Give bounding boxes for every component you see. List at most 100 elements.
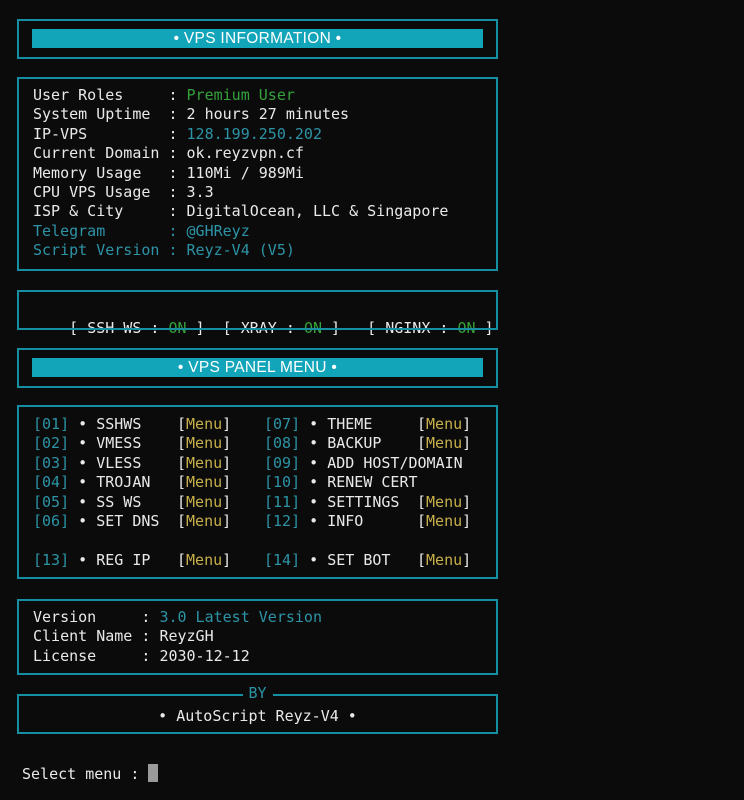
menu-tag-text: Menu — [186, 434, 223, 453]
menu-tag-text: Menu — [426, 415, 463, 433]
menu-item[interactable]: [06] • SET DNS [Menu] — [33, 512, 231, 531]
menu-tag-text: Menu — [186, 415, 223, 433]
vps-panel-menu-header-box: • VPS PANEL MENU • — [17, 348, 498, 388]
info-label: CPU VPS Usage — [33, 183, 169, 201]
info-value: ok.reyzvpn.cf — [186, 144, 304, 163]
info-separator: : — [168, 86, 187, 104]
menu-item-tag: [Menu] — [417, 512, 472, 530]
version-separator: : — [141, 646, 160, 665]
menu-tag-text: Menu — [186, 453, 223, 472]
menu-item-tag: [Menu] — [177, 550, 232, 569]
info-label: User Roles — [33, 86, 169, 104]
menu-item-number: [14] — [264, 550, 301, 569]
menu-item[interactable]: [03] • VLESS [Menu] — [33, 453, 231, 473]
status-nginx: [ NGINX : ON ] — [367, 319, 494, 338]
info-row: Telegram : @GHReyz — [33, 222, 250, 241]
version-separator: : — [141, 627, 160, 646]
text-cursor[interactable] — [148, 764, 159, 782]
info-separator: : — [168, 202, 187, 221]
select-menu-prompt[interactable]: Select menu : — [22, 764, 159, 784]
vps-information-header-box: • VPS INFORMATION • — [17, 19, 498, 59]
menu-item-number: [03] — [33, 453, 70, 472]
by-box: BY • AutoScript Reyz-V4 • — [17, 684, 498, 734]
info-value: 110Mi / 989Mi — [186, 163, 304, 182]
menu-item-tag: [Menu] — [417, 415, 472, 433]
menu-item-number: [05] — [33, 492, 70, 511]
menu-item[interactable]: [14] • SET BOT [Menu] — [264, 550, 471, 570]
version-value: 3.0 Latest Version — [159, 608, 322, 626]
menu-item[interactable]: [12] • INFO [Menu] — [264, 512, 471, 531]
menu-item[interactable]: [11] • SETTINGS [Menu] — [264, 492, 471, 512]
menu-item[interactable]: [08] • BACKUP [Menu] — [264, 434, 471, 453]
menu-item-number: [07] — [264, 415, 301, 433]
info-separator: : — [168, 163, 187, 182]
version-label: Client Name — [33, 627, 142, 646]
menu-item-number: [13] — [33, 550, 70, 569]
menu-item-number: [12] — [264, 512, 301, 530]
menu-tag-text: Menu — [186, 473, 223, 492]
menu-item[interactable]: [09] • ADD HOST/DOMAIN — [264, 454, 463, 473]
info-row: Current Domain : ok.reyzvpn.cf — [33, 144, 304, 163]
menu-item-number: [09] — [264, 453, 301, 472]
menu-item-number: [02] — [33, 434, 70, 453]
status-xray-state: ON — [303, 319, 322, 338]
menu-item[interactable]: [01] • SSHWS [Menu] — [33, 415, 231, 434]
status-ssh: [ SSH WS : ON ] — [69, 319, 205, 338]
info-value: 2 hours 27 minutes — [186, 105, 350, 124]
menu-item[interactable]: [04] • TROJAN [Menu] — [33, 473, 231, 492]
menu-item-tag: [Menu] — [177, 453, 232, 472]
menu-item-label: INFO — [327, 512, 400, 530]
info-label: Current Domain — [33, 144, 169, 163]
menu-item-number: [08] — [264, 434, 301, 453]
vps-panel-menu-title: • VPS PANEL MENU • — [32, 358, 483, 377]
menu-tag-text: Menu — [426, 434, 463, 453]
menu-item-number: [01] — [33, 415, 70, 433]
menu-item-label: TROJAN — [96, 473, 160, 492]
version-row: Client Name : ReyzGH — [33, 627, 214, 646]
menu-tag-text: Menu — [426, 492, 463, 511]
info-value: Premium User — [186, 86, 295, 104]
version-value: 2030-12-12 — [159, 646, 250, 665]
menu-item-tag: [Menu] — [177, 415, 232, 433]
vps-info-box: User Roles : Premium User System Uptime :… — [17, 77, 498, 271]
version-separator: : — [141, 608, 160, 626]
info-row: System Uptime : 2 hours 27 minutes — [33, 105, 349, 124]
info-value: @GHReyz — [186, 221, 250, 240]
info-row: Script Version : Reyz-V4 (V5) — [33, 241, 295, 260]
menu-item[interactable]: [02] • VMESS [Menu] — [33, 434, 231, 453]
menu-item-label: SETTINGS — [327, 492, 400, 511]
menu-item-tag: [Menu] — [177, 492, 232, 511]
info-separator: : — [168, 183, 187, 201]
info-row: CPU VPS Usage : 3.3 — [33, 183, 214, 202]
menu-item-label: BACKUP — [327, 434, 400, 453]
info-value: 3.3 — [186, 183, 214, 201]
menu-tag-text: Menu — [186, 550, 223, 569]
menu-tag-text: Menu — [426, 550, 463, 569]
menu-item-tag: [Menu] — [177, 512, 232, 530]
version-box: Version : 3.0 Latest Version Client Name … — [17, 599, 498, 675]
info-separator: : — [168, 221, 187, 240]
info-label: Memory Usage — [33, 163, 169, 182]
menu-item[interactable]: [05] • SS WS [Menu] — [33, 492, 231, 512]
menu-item-tag: [Menu] — [417, 434, 472, 453]
menu-tag-text: Menu — [186, 512, 223, 530]
menu-item-number: [11] — [264, 492, 301, 511]
menu-item-label: REG IP — [96, 550, 160, 569]
menu-item-label: VMESS — [96, 434, 160, 453]
menu-item[interactable]: [13] • REG IP [Menu] — [33, 550, 231, 570]
version-value: ReyzGH — [159, 627, 214, 646]
status-ssh-state: ON — [168, 319, 187, 338]
menu-item-tag: [Menu] — [177, 434, 232, 453]
info-separator: : — [168, 105, 187, 124]
menu-tag-text: Menu — [426, 512, 463, 530]
menu-item-label: RENEW CERT — [327, 473, 418, 492]
menu-item[interactable]: [07] • THEME [Menu] — [264, 415, 471, 434]
service-status-box: [ SSH WS : ON ] [ XRAY : ON ] [ NGINX : … — [17, 290, 498, 337]
info-label: IP-VPS — [33, 124, 169, 143]
menu-item[interactable]: [10] • RENEW CERT — [264, 473, 418, 492]
info-label: ISP & City — [33, 202, 169, 221]
menu-item-number: [10] — [264, 473, 301, 492]
version-label: License — [33, 646, 142, 665]
info-label: Script Version — [33, 241, 169, 260]
by-label: BY — [242, 684, 273, 704]
